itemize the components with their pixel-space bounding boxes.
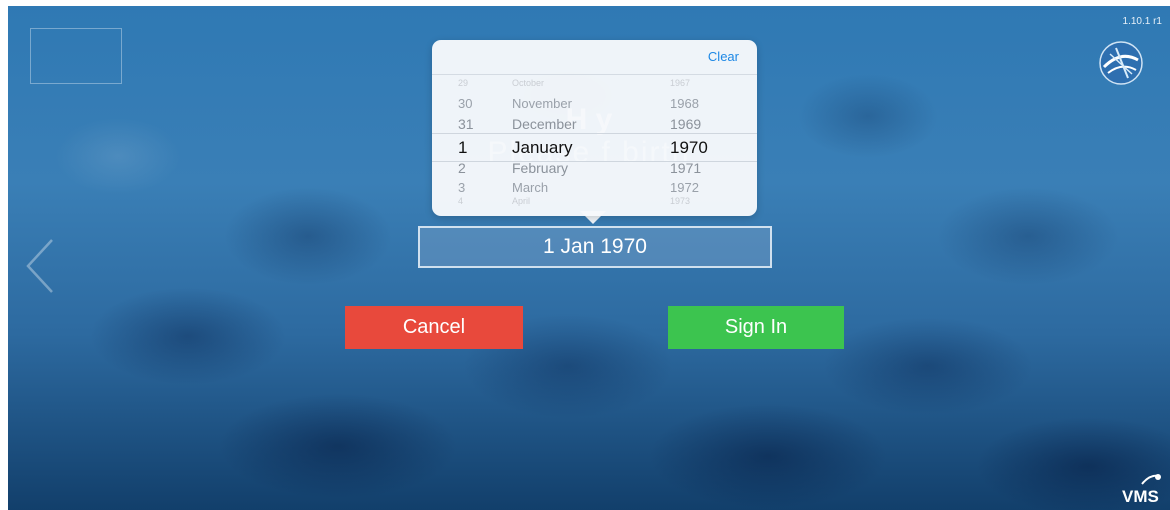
month-option[interactable]: November xyxy=(512,96,572,111)
version-label: 1.10.1 r1 xyxy=(1122,16,1162,27)
cancel-button[interactable]: Cancel xyxy=(345,306,523,349)
month-option[interactable]: January xyxy=(512,138,572,158)
year-option[interactable]: 1973 xyxy=(670,196,690,206)
day-option[interactable]: 30 xyxy=(458,96,472,111)
month-option[interactable]: December xyxy=(512,116,577,132)
date-picker-popover: Clear 29 30 31 1 2 3 4 October November December… xyxy=(432,40,757,216)
day-option[interactable]: 1 xyxy=(458,138,467,158)
svg-text:VMS: VMS xyxy=(1122,487,1159,506)
date-of-birth-field[interactable]: 1 Jan 1970 xyxy=(418,226,772,268)
clear-button[interactable]: Clear xyxy=(708,49,739,64)
login-screen: 1.10.1 r1 H y Please f birth 1 Jan 1970 … xyxy=(8,6,1170,510)
vms-logo: VMS xyxy=(1122,474,1161,506)
day-wheel[interactable]: 29 30 31 1 2 3 4 xyxy=(458,78,488,208)
year-option[interactable]: 1971 xyxy=(670,160,701,176)
year-option[interactable]: 1972 xyxy=(670,180,699,195)
month-option[interactable]: March xyxy=(512,180,548,195)
month-option[interactable]: October xyxy=(512,78,544,88)
month-wheel[interactable]: October November December January February Ma… xyxy=(512,78,632,208)
year-wheel[interactable]: 1967 1968 1969 1970 1971 1972 1973 xyxy=(670,78,730,208)
day-option[interactable]: 2 xyxy=(458,160,466,176)
chevron-left-icon[interactable] xyxy=(22,236,56,296)
day-option[interactable]: 31 xyxy=(458,116,474,132)
globe-logo-icon xyxy=(1099,41,1143,85)
day-option[interactable]: 4 xyxy=(458,196,463,206)
popover-header: Clear xyxy=(432,40,757,75)
year-option[interactable]: 1968 xyxy=(670,96,699,111)
day-option[interactable]: 3 xyxy=(458,180,465,195)
year-option[interactable]: 1970 xyxy=(670,138,708,158)
year-option[interactable]: 1969 xyxy=(670,116,701,132)
logo-placeholder xyxy=(30,28,122,84)
day-option[interactable]: 29 xyxy=(458,78,468,88)
sign-in-button[interactable]: Sign In xyxy=(668,306,844,349)
date-wheel-picker[interactable]: 29 30 31 1 2 3 4 October November December Januar… xyxy=(432,78,757,208)
month-option[interactable]: April xyxy=(512,196,530,206)
year-option[interactable]: 1967 xyxy=(670,78,690,88)
month-option[interactable]: February xyxy=(512,160,568,176)
